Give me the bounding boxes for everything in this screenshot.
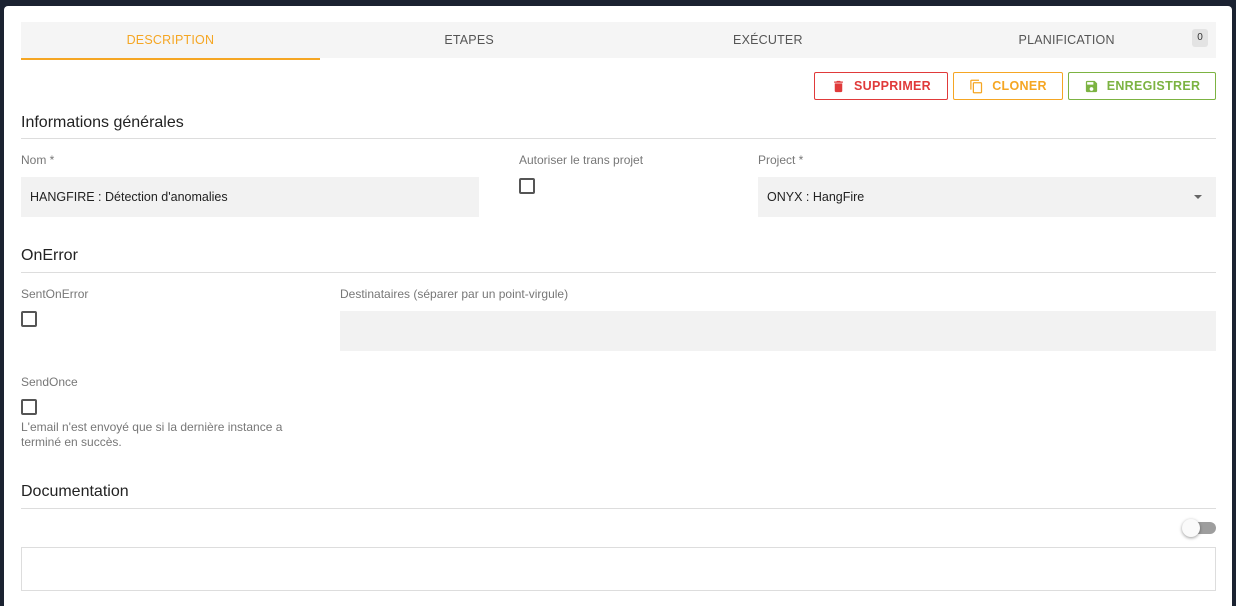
sent-on-error-label: SentOnError bbox=[21, 287, 89, 301]
section-title-onerror: OnError bbox=[21, 247, 78, 264]
clone-button[interactable]: CLONER bbox=[953, 72, 1063, 100]
documentation-editor[interactable] bbox=[21, 547, 1216, 591]
send-once-help-text: L'email n'est envoyé que si la dernière … bbox=[21, 420, 283, 449]
tab-description[interactable]: DESCRIPTION bbox=[21, 22, 320, 60]
floppy-disk-icon bbox=[1085, 80, 1097, 92]
planification-count-badge: 0 bbox=[1192, 29, 1208, 47]
tab-executer[interactable]: EXÉCUTER bbox=[619, 22, 918, 58]
job-form-card: DESCRIPTION ETAPES EXÉCUTER PLANIFICATIO… bbox=[4, 6, 1232, 606]
delete-button[interactable]: SUPPRIMER bbox=[814, 72, 948, 100]
section-divider bbox=[21, 138, 1216, 139]
tab-planification[interactable]: PLANIFICATION 0 bbox=[917, 22, 1216, 58]
section-divider bbox=[21, 508, 1216, 509]
trans-project-label: Autoriser le trans projet bbox=[519, 153, 644, 167]
name-label: Nom * bbox=[21, 153, 55, 167]
dropdown-caret-icon bbox=[1194, 195, 1202, 199]
send-once-label: SendOnce bbox=[21, 375, 78, 389]
project-select[interactable]: ONYX : HangFire bbox=[758, 177, 1216, 217]
toggle-knob bbox=[1182, 519, 1200, 537]
recipients-field[interactable] bbox=[340, 311, 1216, 351]
trans-project-checkbox[interactable] bbox=[519, 178, 535, 194]
name-field[interactable]: HANGFIRE : Détection d'anomalies bbox=[21, 177, 479, 217]
sent-on-error-checkbox[interactable] bbox=[21, 311, 37, 327]
documentation-toggle[interactable] bbox=[1182, 519, 1216, 537]
section-title-general: Informations générales bbox=[21, 114, 184, 131]
tab-etapes[interactable]: ETAPES bbox=[320, 22, 619, 58]
tab-bar: DESCRIPTION ETAPES EXÉCUTER PLANIFICATIO… bbox=[21, 22, 1216, 60]
save-button[interactable]: ENREGISTRER bbox=[1068, 72, 1216, 100]
trash-icon bbox=[834, 80, 843, 92]
section-title-documentation: Documentation bbox=[21, 483, 129, 500]
project-label: Project * bbox=[758, 153, 804, 167]
send-once-checkbox[interactable] bbox=[21, 399, 37, 415]
copy-icon bbox=[970, 79, 983, 93]
recipients-label: Destinataires (séparer par un point-virg… bbox=[340, 287, 569, 301]
section-divider bbox=[21, 272, 1216, 273]
